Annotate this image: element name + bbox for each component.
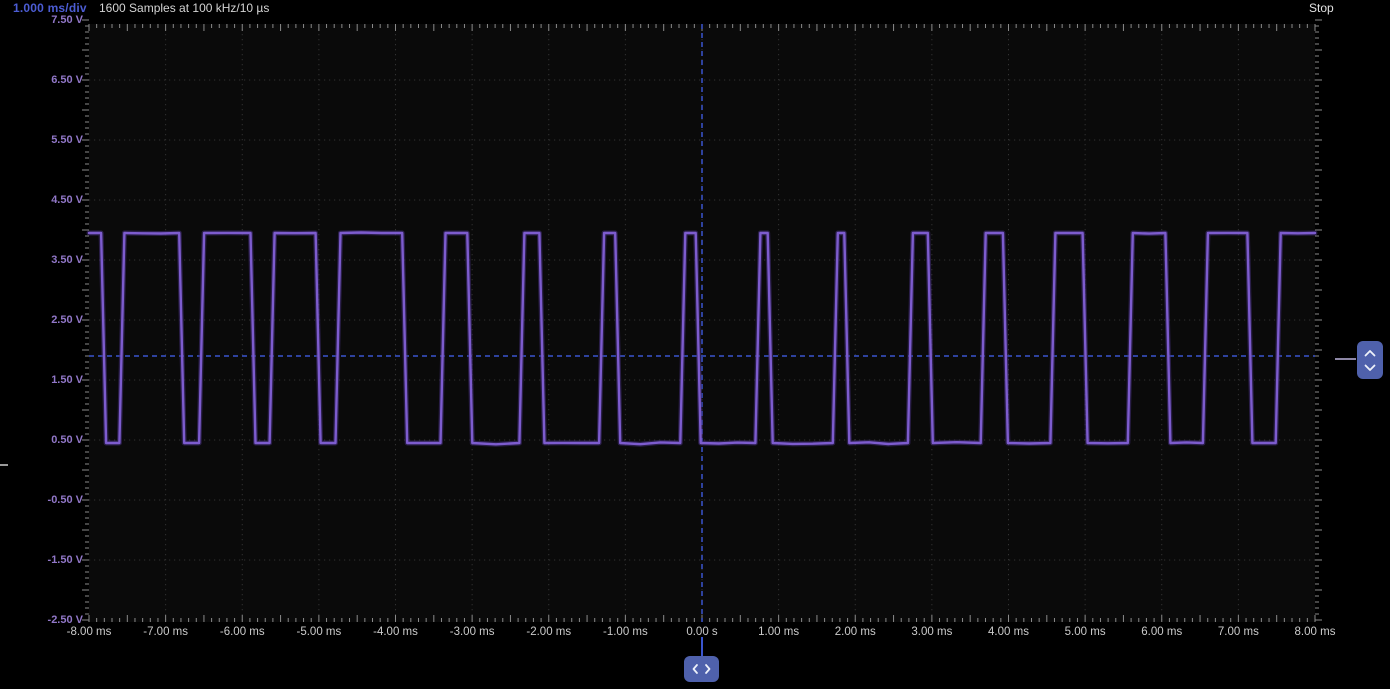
time-tick-label: -3.00 ms: [430, 625, 514, 639]
sample-info-label: 1600 Samples at 100 kHz/10 µs: [99, 0, 269, 16]
voltage-tick-label: 5.50 V: [0, 133, 83, 147]
time-tick-label: 2.00 ms: [813, 625, 897, 639]
voltage-tick-label: 0.50 V: [0, 433, 83, 447]
voltage-tick-label: 4.50 V: [0, 193, 83, 207]
trigger-level-button[interactable]: [1357, 341, 1383, 379]
chevron-right-icon: [704, 663, 712, 675]
voltage-tick-label: 6.50 V: [0, 73, 83, 87]
trigger-level-indicator-dash: [1335, 358, 1356, 360]
voltage-tick-label: 3.50 V: [0, 253, 83, 267]
voltage-tick-label: 2.50 V: [0, 313, 83, 327]
time-tick-label: 7.00 ms: [1196, 625, 1280, 639]
voltage-tick-label: -1.50 V: [0, 553, 83, 567]
time-tick-label: 3.00 ms: [890, 625, 974, 639]
oscilloscope-app: 1.000 ms/div 1600 Samples at 100 kHz/10 …: [0, 0, 1390, 689]
chevron-down-icon: [1363, 364, 1377, 372]
time-tick-label: 6.00 ms: [1120, 625, 1204, 639]
time-tick-label: 1.00 ms: [737, 625, 821, 639]
time-tick-label: 4.00 ms: [967, 625, 1051, 639]
time-tick-label: -2.00 ms: [507, 625, 591, 639]
chevron-up-icon: [1363, 349, 1377, 357]
scope-plot-area[interactable]: [0, 0, 1390, 689]
trigger-position-connector-line: [701, 637, 703, 656]
chevron-left-icon: [691, 663, 699, 675]
voltage-tick-label: 1.50 V: [0, 373, 83, 387]
time-tick-label: -4.00 ms: [354, 625, 438, 639]
voltage-tick-label: -0.50 V: [0, 493, 83, 507]
time-tick-label: -1.00 ms: [583, 625, 667, 639]
time-tick-label: -8.00 ms: [47, 625, 131, 639]
channel-ground-marker[interactable]: [0, 464, 8, 466]
voltage-tick-label: 7.50 V: [0, 13, 83, 27]
run-stop-status[interactable]: Stop: [1309, 0, 1334, 16]
time-tick-label: -6.00 ms: [200, 625, 284, 639]
time-tick-label: 5.00 ms: [1043, 625, 1127, 639]
time-tick-label: -7.00 ms: [124, 625, 208, 639]
trigger-position-button[interactable]: [684, 656, 719, 682]
time-tick-label: -5.00 ms: [277, 625, 361, 639]
time-tick-label: 8.00 ms: [1273, 625, 1357, 639]
